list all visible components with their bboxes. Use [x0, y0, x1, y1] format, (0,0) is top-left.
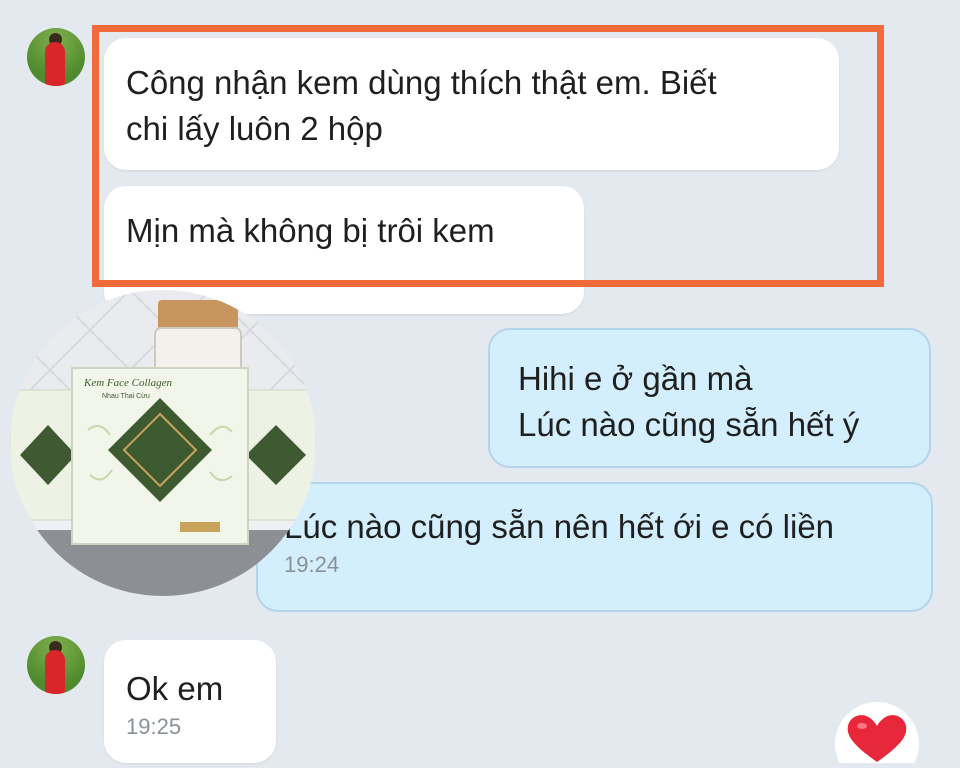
message-timestamp: 19:25 [126, 714, 182, 739]
avatar-figure [45, 42, 65, 86]
incoming-message-3[interactable]: Ok em 19:25 [104, 640, 276, 763]
product-photo-illustration: Kem Face Collagen Nhau Thai Cừu [10, 290, 316, 596]
sender-avatar[interactable] [27, 28, 85, 86]
outgoing-message-2[interactable]: Lúc nào cũng sẵn nên hết ới e có liền 19… [256, 482, 933, 612]
avatar-figure [45, 650, 65, 694]
message-text: Lúc nào cũng sẵn nên hết ới e có liền [284, 508, 835, 545]
message-text-line: Hihi e ở gần mà [518, 360, 753, 397]
outgoing-message-1[interactable]: Hihi e ở gần mà Lúc nào cũng sẵn hết ý [488, 328, 931, 468]
sender-avatar[interactable] [27, 636, 85, 694]
message-text-line: Lúc nào cũng sẵn hết ý [518, 406, 860, 443]
heart-reaction-button[interactable] [834, 700, 920, 768]
product-box-label: Kem Face Collagen [83, 377, 172, 389]
heart-icon [835, 702, 919, 768]
message-timestamp: 19:24 [284, 552, 340, 577]
product-photo[interactable]: Kem Face Collagen Nhau Thai Cừu [10, 290, 316, 596]
highlight-frame [92, 25, 884, 287]
product-box-sublabel: Nhau Thai Cừu [102, 393, 150, 400]
message-text: Ok em [126, 670, 224, 707]
